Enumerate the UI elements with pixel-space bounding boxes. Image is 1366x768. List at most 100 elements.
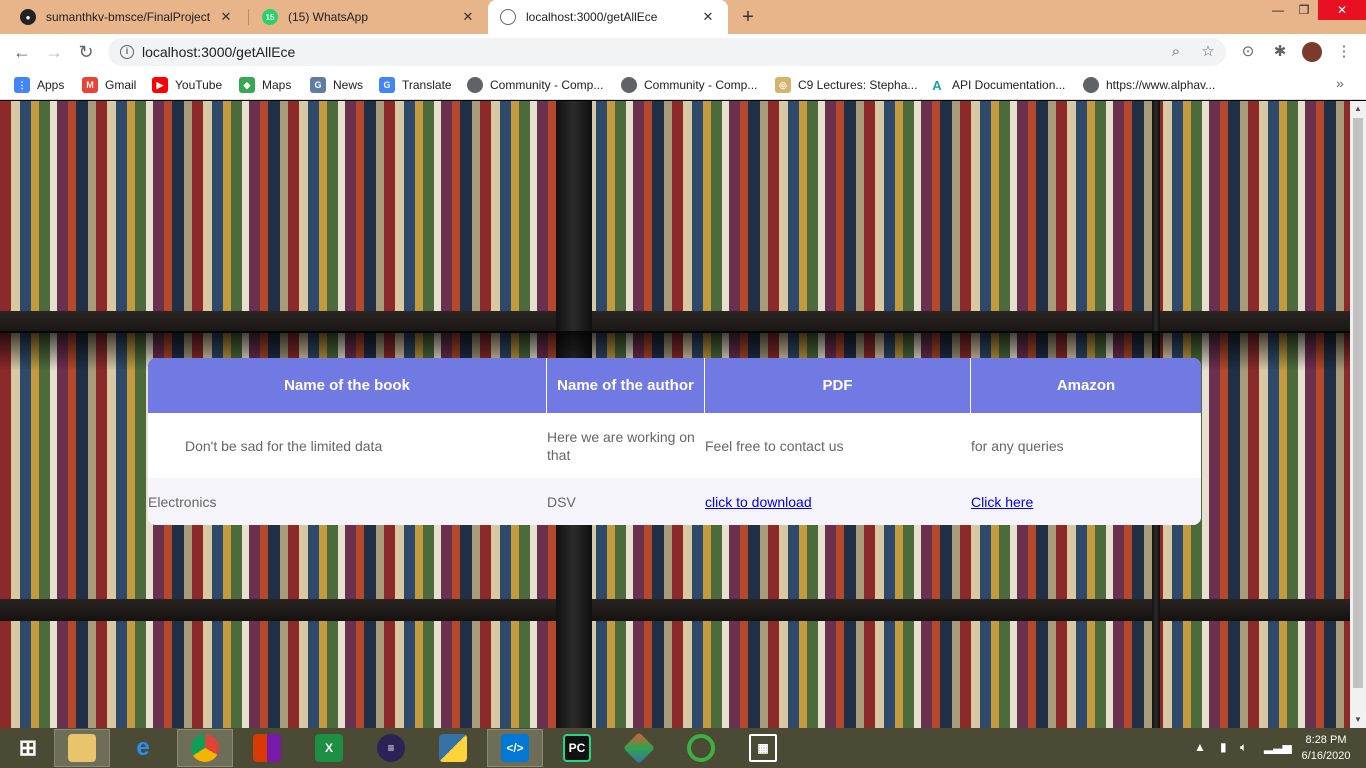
notice-cell: Feel free to contact us — [705, 437, 844, 454]
globe-icon — [1083, 77, 1099, 93]
news-icon: G — [310, 77, 326, 93]
c9-icon: ◎ — [775, 77, 791, 93]
calculator-icon: ▦ — [749, 734, 777, 762]
scroll-down-icon[interactable]: ▼ — [1350, 712, 1366, 728]
header-pdf: PDF — [705, 358, 971, 413]
file-explorer-icon — [68, 734, 96, 762]
bookmark-label: News — [333, 78, 364, 92]
bookmark-label: Community - Comp... — [490, 78, 604, 92]
restore-button[interactable]: ❐ — [1292, 0, 1316, 20]
taskbar-office[interactable] — [239, 729, 295, 767]
system-clock[interactable]: 8:28 PM 6/16/2020 — [1290, 732, 1362, 764]
taskbar-chrome[interactable] — [177, 729, 233, 767]
pdf-cell: click to download — [705, 478, 971, 525]
chrome-icon — [191, 734, 219, 762]
api-icon: A — [929, 77, 945, 93]
notice-cell: Don't be sad for the limited data — [185, 437, 383, 454]
bookmark-translate[interactable]: G Translate — [379, 76, 452, 94]
forward-arrow-icon[interactable]: → — [42, 40, 66, 64]
header-amazon: Amazon — [1056, 376, 1116, 394]
vertical-scrollbar[interactable]: ▲ ▼ — [1350, 101, 1366, 728]
books-table: Name of the book Name of the author PDF … — [148, 358, 1201, 525]
tab-whatsapp[interactable]: 15 (15) WhatsApp ✕ — [250, 0, 488, 34]
notice-cell: for any queries — [971, 437, 1064, 454]
bookmarks-bar: ⋮ Apps M Gmail ▶ YouTube ◆ Maps G News G… — [0, 70, 1366, 100]
internet-explorer-icon: e — [136, 734, 150, 761]
office-icon — [253, 734, 281, 762]
windows-taskbar: ⊞ e X ≡ </> PC ▦ ▲ ▮ 🔈︎ ▂▃▅ 8:28 PM 6/16… — [0, 728, 1366, 768]
bookmark-community-2[interactable]: Community - Comp... — [621, 76, 757, 94]
site-info-icon[interactable]: i — [120, 45, 134, 59]
tab-title: localhost:3000/getAllEce — [526, 10, 658, 24]
tab-github[interactable]: ● sumanthkv-bmsce/FinalProject ✕ — [8, 0, 246, 34]
scrollbar-thumb[interactable] — [1353, 118, 1363, 688]
bookmark-star-icon[interactable]: ☆ — [1198, 42, 1218, 62]
bookmark-maps[interactable]: ◆ Maps — [239, 76, 291, 94]
bookmark-label: Translate — [402, 78, 452, 92]
amazon-cell: Click here — [971, 478, 1201, 525]
close-window-button[interactable]: ✕ — [1318, 0, 1366, 20]
globe-icon — [500, 9, 516, 25]
taskbar-vscode[interactable]: </> — [487, 729, 543, 767]
zoom-search-icon[interactable]: ⌕ — [1166, 42, 1186, 62]
menu-dots-icon[interactable]: ⋮ — [1334, 42, 1354, 62]
scroll-up-icon[interactable]: ▲ — [1350, 101, 1366, 117]
url-text[interactable]: localhost:3000/getAllEce — [142, 44, 295, 60]
pycharm-icon: PC — [563, 734, 591, 762]
notice-row: Don't be sad for the limited data Here w… — [148, 413, 1201, 478]
header-book-name: Name of the book — [148, 358, 547, 413]
bookmark-youtube[interactable]: ▶ YouTube — [152, 76, 222, 94]
close-icon[interactable]: ✕ — [700, 9, 716, 25]
taskbar-pycharm[interactable]: PC — [549, 729, 605, 767]
bookmark-c9-lectures[interactable]: ◎ C9 Lectures: Stepha... — [775, 76, 917, 94]
python-icon — [439, 734, 467, 762]
minimize-button[interactable]: — — [1266, 0, 1290, 20]
more-bookmarks-icon[interactable]: » — [1336, 75, 1344, 91]
show-hidden-icons-icon[interactable]: ▲ — [1194, 740, 1206, 754]
new-tab-button[interactable]: + — [736, 4, 760, 30]
taskbar-excel[interactable]: X — [301, 729, 357, 767]
bookmark-label: https://www.alphav... — [1106, 78, 1216, 92]
amazon-link[interactable]: Click here — [971, 493, 1033, 511]
taskbar-file-explorer[interactable] — [54, 729, 110, 767]
clock-date: 6/16/2020 — [1301, 750, 1351, 762]
profile-avatar[interactable] — [1302, 42, 1322, 62]
vscode-icon: </> — [501, 734, 529, 762]
bookmark-alphavantage[interactable]: https://www.alphav... — [1083, 76, 1215, 94]
translate-icon: G — [379, 77, 395, 93]
git-icon — [623, 732, 655, 764]
bookmark-api-docs[interactable]: A API Documentation... — [929, 76, 1065, 94]
browser-toolbar: ← → ↻ i localhost:3000/getAllEce ⌕ ☆ ⊙ ✱… — [0, 34, 1366, 70]
tab-title: sumanthkv-bmsce/FinalProject — [46, 10, 211, 24]
taskbar-sync-app[interactable] — [673, 729, 729, 767]
address-bar[interactable]: i localhost:3000/getAllEce ⌕ ☆ — [108, 38, 1226, 66]
close-icon[interactable]: ✕ — [218, 9, 234, 25]
reload-icon[interactable]: ↻ — [74, 40, 98, 64]
taskbar-calculator[interactable]: ▦ — [735, 729, 791, 767]
puzzle-extensions-icon[interactable]: ✱ — [1270, 42, 1290, 62]
battery-icon[interactable]: ▮ — [1220, 740, 1227, 754]
network-icon[interactable]: ▂▃▅ — [1264, 740, 1292, 754]
tab-localhost[interactable]: localhost:3000/getAllEce ✕ — [488, 0, 728, 34]
close-icon[interactable]: ✕ — [460, 9, 476, 25]
taskbar-internet-explorer[interactable]: e — [115, 729, 171, 767]
youtube-icon: ▶ — [152, 77, 168, 93]
bookmark-news[interactable]: G News — [310, 76, 363, 94]
clock-time: 8:28 PM — [1305, 734, 1347, 746]
start-icon: ⊞ — [18, 735, 38, 760]
start-button[interactable]: ⊞ — [0, 729, 56, 767]
table-row: Electronics DSV click to download Click … — [148, 478, 1201, 525]
github-icon: ● — [20, 9, 36, 25]
taskbar-git[interactable] — [611, 729, 667, 767]
bookmark-apps[interactable]: ⋮ Apps — [14, 76, 64, 94]
bookmark-community-1[interactable]: Community - Comp... — [467, 76, 603, 94]
taskbar-eclipse[interactable]: ≡ — [363, 729, 419, 767]
table-header-row: Name of the book Name of the author PDF … — [148, 358, 1201, 413]
extension-icon[interactable]: ⊙ — [1238, 42, 1258, 62]
back-arrow-icon[interactable]: ← — [10, 40, 34, 64]
volume-icon[interactable]: 🔈︎ — [1240, 740, 1247, 755]
bookmark-gmail[interactable]: M Gmail — [82, 76, 136, 94]
excel-icon: X — [315, 734, 343, 762]
taskbar-python[interactable] — [425, 729, 481, 767]
pdf-download-link[interactable]: click to download — [705, 493, 812, 511]
